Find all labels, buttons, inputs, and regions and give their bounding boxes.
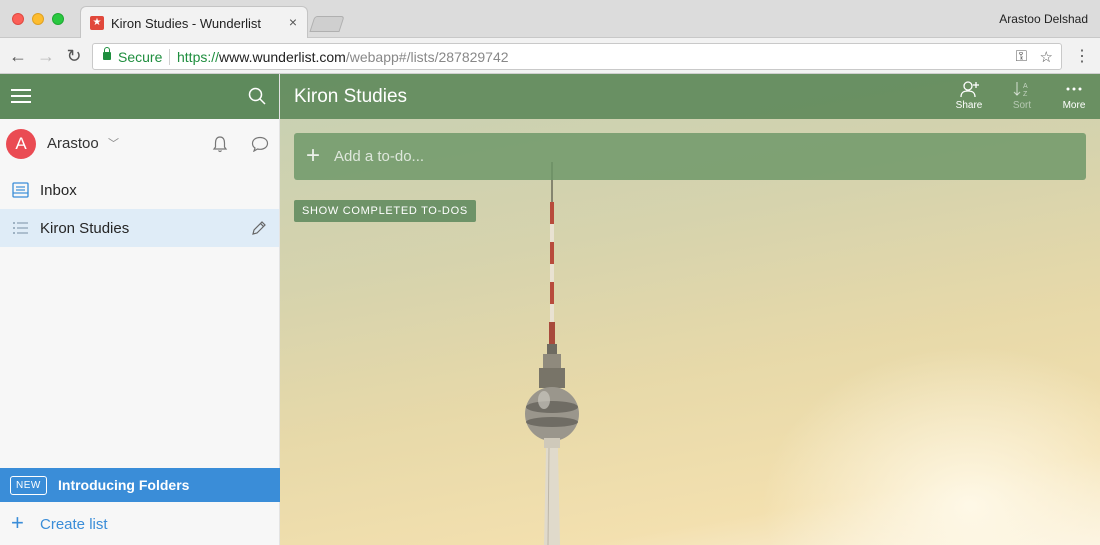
url-divider [169, 49, 170, 65]
sidebar-item-label: Inbox [40, 182, 77, 199]
share-label: Share [955, 100, 983, 111]
reload-button[interactable]: ↻ [62, 44, 86, 68]
secure-label: Secure [118, 49, 163, 65]
search-icon[interactable] [248, 87, 266, 105]
browser-window: ★ Kiron Studies - Wunderlist × Arastoo D… [0, 0, 1100, 545]
url-path: /webapp#/lists/287829742 [345, 49, 509, 65]
hamburger-menu-icon[interactable] [11, 89, 31, 103]
inbox-icon [12, 182, 29, 198]
share-user-icon [960, 81, 979, 98]
tab-bar: ★ Kiron Studies - Wunderlist × Arastoo D… [0, 0, 1100, 39]
avatar[interactable]: A [6, 129, 36, 159]
sidebar-item-label: Kiron Studies [40, 220, 130, 237]
forward-button[interactable]: → [34, 44, 58, 68]
share-button[interactable]: Share [947, 80, 991, 111]
back-button[interactable]: ← [6, 44, 30, 68]
sidebar-toolbar [0, 74, 279, 119]
plus-icon: + [11, 510, 24, 535]
wunderlist-favicon-icon: ★ [90, 16, 104, 30]
edit-pencil-icon[interactable] [250, 220, 267, 237]
sort-az-icon: AZ [1013, 82, 1028, 98]
user-name[interactable]: Arastoo [47, 135, 99, 152]
sidebar-item-inbox[interactable]: Inbox [0, 171, 279, 209]
url-host: www.wunderlist.com [219, 49, 346, 65]
minimize-window-button[interactable] [32, 13, 44, 25]
maximize-window-button[interactable] [52, 13, 64, 25]
plus-icon: + [306, 142, 321, 169]
comments-icon[interactable] [251, 136, 269, 152]
url-input[interactable]: Secure https://www.wunderlist.com/webapp… [92, 43, 1062, 70]
browser-tab-active[interactable]: ★ Kiron Studies - Wunderlist × [80, 6, 308, 39]
add-todo-input[interactable]: + Add a to-do... [294, 133, 1086, 180]
close-window-button[interactable] [12, 13, 24, 25]
new-badge: NEW [10, 476, 47, 495]
url-scheme: https:// [177, 49, 220, 65]
bookmark-star-icon[interactable]: ☆ [1040, 48, 1053, 66]
url-text: https://www.wunderlist.com/webapp#/lists… [177, 49, 509, 65]
page-title: Kiron Studies [294, 86, 408, 107]
user-row[interactable]: A Arastoo ﹀ [0, 119, 279, 171]
sidebar-item-kiron-studies[interactable]: Kiron Studies [0, 209, 279, 247]
sort-button[interactable]: AZ Sort [1000, 80, 1044, 111]
list-icon [13, 222, 28, 234]
chevron-down-icon[interactable]: ﹀ [108, 135, 119, 151]
more-dots-icon [1066, 87, 1082, 91]
browser-menu-icon[interactable]: ⋮ [1074, 46, 1090, 66]
svg-text:Z: Z [1023, 91, 1028, 98]
create-list-button[interactable]: + Create list [0, 502, 280, 545]
more-label: More [1062, 100, 1086, 111]
list-toolbar: Kiron Studies Share AZ Sort More [280, 74, 1100, 119]
list-detail-pane: Kiron Studies Share AZ Sort More + Add a… [280, 74, 1100, 545]
create-list-label: Create list [40, 516, 108, 533]
key-icon[interactable]: ⚿ [1016, 48, 1027, 65]
tab-title: Kiron Studies - Wunderlist [111, 16, 262, 31]
tv-tower-background-image [525, 162, 579, 545]
more-button[interactable]: More [1052, 80, 1096, 111]
introducing-folders-banner[interactable]: NEW Introducing Folders [0, 468, 280, 502]
sort-label: Sort [1012, 100, 1032, 111]
show-completed-button[interactable]: SHOW COMPLETED TO-DOS [294, 200, 476, 222]
sidebar: A Arastoo ﹀ Inbox Kiron Studies NEW Intr… [0, 74, 280, 545]
tab-close-button[interactable]: × [289, 14, 297, 30]
browser-profile-name[interactable]: Arastoo Delshad [999, 12, 1088, 26]
bell-icon[interactable] [212, 135, 228, 153]
svg-text:A: A [1023, 83, 1028, 90]
banner-text: Introducing Folders [58, 477, 190, 493]
new-tab-button[interactable] [309, 16, 345, 32]
lock-icon [103, 47, 111, 60]
address-bar: ← → ↻ Secure https://www.wunderlist.com/… [0, 38, 1100, 74]
add-todo-placeholder: Add a to-do... [334, 148, 425, 165]
